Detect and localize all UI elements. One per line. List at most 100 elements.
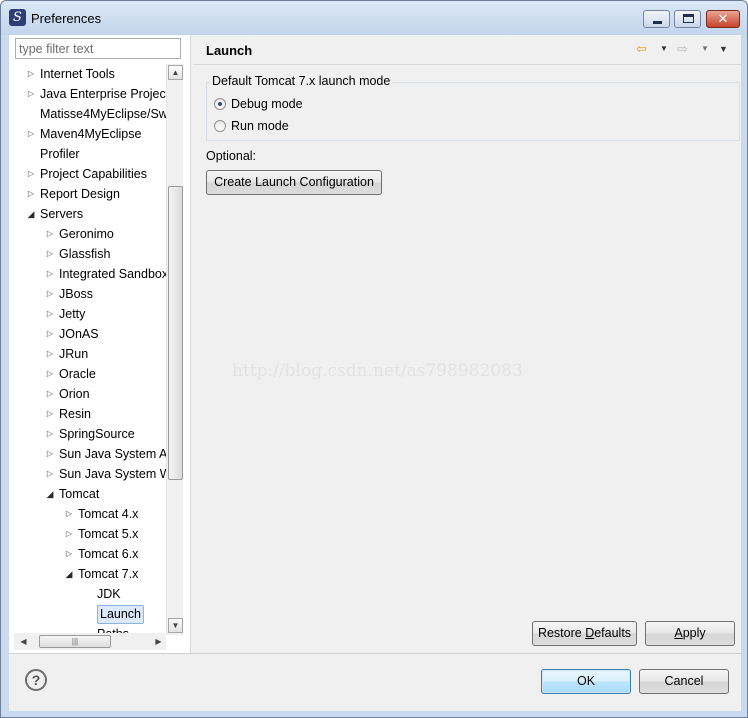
tree-item-label: Tomcat 6.x <box>78 547 139 561</box>
help-icon[interactable]: ? <box>25 669 47 691</box>
tree-item-label: JRun <box>59 347 89 361</box>
tree-item[interactable]: ◢ Servers <box>9 204 167 224</box>
tree-item[interactable]: Launch <box>9 604 167 624</box>
collapsed-arrow-icon[interactable]: ▷ <box>26 64 36 84</box>
collapsed-arrow-icon[interactable]: ▷ <box>45 384 55 404</box>
minimize-button[interactable] <box>643 10 670 28</box>
preferences-window: S Preferences ✕ ▷ Internet Tools ▷ Java Ent… <box>0 0 748 718</box>
apply-mnemonic: A <box>674 626 683 640</box>
tree-item[interactable]: ▷ Sun Java System Application Server <box>9 444 167 464</box>
collapsed-arrow-icon[interactable]: ▷ <box>45 244 55 264</box>
tree-item-label: Servers <box>40 207 84 221</box>
view-menu-icon[interactable]: ▼ <box>719 41 728 57</box>
tree-item[interactable]: ▷ Resin <box>9 404 167 424</box>
tree-item-label: Orion <box>59 387 90 401</box>
tree-item[interactable]: ▷ Geronimo <box>9 224 167 244</box>
tree-item[interactable]: ▷ JRun <box>9 344 167 364</box>
collapsed-arrow-icon[interactable]: ▷ <box>26 124 36 144</box>
preference-tree: ▷ Internet Tools ▷ Java Enterprise Project M… <box>9 64 167 634</box>
collapsed-arrow-icon[interactable]: ▷ <box>26 184 36 204</box>
cancel-button[interactable]: Cancel <box>639 669 729 694</box>
restore-label-b: efaults <box>594 626 632 640</box>
tree-item[interactable]: Profiler <box>9 144 167 164</box>
tree-horizontal-scrollbar[interactable]: ◀ ||| ▶ <box>14 633 166 650</box>
radio-checked-icon[interactable] <box>214 98 226 110</box>
tree-vertical-scrollbar[interactable]: ▲ ▼ <box>166 64 183 635</box>
collapsed-arrow-icon[interactable]: ▷ <box>64 504 74 524</box>
vertical-scroll-thumb[interactable] <box>168 186 183 480</box>
tree-item[interactable]: Matisse4MyEclipse/Swing <box>9 104 167 124</box>
scroll-up-icon[interactable]: ▲ <box>168 65 183 80</box>
collapsed-arrow-icon[interactable]: ▷ <box>45 324 55 344</box>
tree-item[interactable]: ▷ Internet Tools <box>9 64 167 84</box>
tree-item[interactable]: ▷ Maven4MyEclipse <box>9 124 167 144</box>
ok-button[interactable]: OK <box>541 669 631 694</box>
tree-item[interactable]: ▷ SpringSource <box>9 424 167 444</box>
expanded-arrow-icon[interactable]: ◢ <box>26 204 36 224</box>
collapsed-arrow-icon[interactable]: ▷ <box>26 84 36 104</box>
tree-item[interactable]: ▷ Integrated Sandbox <box>9 264 167 284</box>
collapsed-arrow-icon[interactable]: ▷ <box>45 424 55 444</box>
title-separator <box>193 64 741 65</box>
scroll-down-icon[interactable]: ▼ <box>168 618 183 633</box>
collapsed-arrow-icon[interactable]: ▷ <box>26 164 36 184</box>
scroll-right-icon[interactable]: ▶ <box>151 634 166 649</box>
tree-item-label: JOnAS <box>59 327 99 341</box>
scroll-left-icon[interactable]: ◀ <box>16 634 31 649</box>
collapsed-arrow-icon[interactable]: ▷ <box>45 264 55 284</box>
horizontal-scroll-thumb[interactable]: ||| <box>39 635 111 648</box>
restore-label-a: Restore <box>537 626 586 640</box>
tree-item[interactable]: ▷ Tomcat 6.x <box>9 544 167 564</box>
tree-item-label: Sun Java System Web Server <box>59 467 167 481</box>
tree-item[interactable]: JDK <box>9 584 167 604</box>
forward-arrow-icon[interactable]: ⇨ <box>677 41 688 57</box>
maximize-icon <box>683 14 694 23</box>
collapsed-arrow-icon[interactable]: ▷ <box>45 304 55 324</box>
title-bar[interactable]: S Preferences ✕ <box>1 1 747 35</box>
launch-mode-group-label: Default Tomcat 7.x launch mode <box>210 74 393 88</box>
back-history-menu-icon[interactable]: ▼ <box>660 41 668 57</box>
collapsed-arrow-icon[interactable]: ▷ <box>45 344 55 364</box>
close-button[interactable]: ✕ <box>706 10 740 28</box>
collapsed-arrow-icon[interactable]: ▷ <box>45 464 55 484</box>
preference-page: Launch ⇦ ▼ ⇨ ▼ ▼ Default Tomcat 7.x laun… <box>193 35 741 653</box>
tree-item[interactable]: ◢ Tomcat <box>9 484 167 504</box>
collapsed-arrow-icon[interactable]: ▷ <box>45 444 55 464</box>
expanded-arrow-icon[interactable]: ◢ <box>45 484 55 504</box>
tree-item[interactable]: ▷ Sun Java System Web Server <box>9 464 167 484</box>
tree-item[interactable]: ▷ Jetty <box>9 304 167 324</box>
expanded-arrow-icon[interactable]: ◢ <box>64 564 74 584</box>
tree-item[interactable]: ▷ Oracle <box>9 364 167 384</box>
tree-item-label: Tomcat 4.x <box>78 507 139 521</box>
tree-item[interactable]: ◢ Tomcat 7.x <box>9 564 167 584</box>
restore-mnemonic: D <box>585 626 595 640</box>
tree-item[interactable]: ▷ Report Design <box>9 184 167 204</box>
collapsed-arrow-icon[interactable]: ▷ <box>45 284 55 304</box>
watermark: http://blog.csdn.net/as798982083 <box>232 361 523 381</box>
tree-item[interactable]: ▷ JOnAS <box>9 324 167 344</box>
tree-item-label: JDK <box>97 587 121 601</box>
apply-button[interactable]: Apply <box>645 621 735 646</box>
forward-history-menu-icon[interactable]: ▼ <box>701 41 709 57</box>
back-arrow-icon[interactable]: ⇦ <box>636 41 647 57</box>
maximize-button[interactable] <box>674 10 701 28</box>
tree-item[interactable]: ▷ Glassfish <box>9 244 167 264</box>
tree-item[interactable]: ▷ Project Capabilities <box>9 164 167 184</box>
tree-item-label: Launch <box>97 605 145 624</box>
tree-item[interactable]: ▷ Orion <box>9 384 167 404</box>
collapsed-arrow-icon[interactable]: ▷ <box>64 544 74 564</box>
radio-unchecked-icon[interactable] <box>214 120 226 132</box>
tree-item[interactable]: ▷ Tomcat 4.x <box>9 504 167 524</box>
collapsed-arrow-icon[interactable]: ▷ <box>45 404 55 424</box>
collapsed-arrow-icon[interactable]: ▷ <box>45 224 55 244</box>
create-launch-configuration-button[interactable]: Create Launch Configuration <box>206 170 382 195</box>
button-bar-separator <box>9 653 741 654</box>
collapsed-arrow-icon[interactable]: ▷ <box>45 364 55 384</box>
collapsed-arrow-icon[interactable]: ▷ <box>64 524 74 544</box>
tree-item-label: Glassfish <box>59 247 111 261</box>
tree-item[interactable]: ▷ JBoss <box>9 284 167 304</box>
tree-item[interactable]: ▷ Java Enterprise Project <box>9 84 167 104</box>
restore-defaults-button[interactable]: Restore Defaults <box>532 621 637 646</box>
filter-input[interactable] <box>15 38 181 59</box>
tree-item[interactable]: ▷ Tomcat 5.x <box>9 524 167 544</box>
